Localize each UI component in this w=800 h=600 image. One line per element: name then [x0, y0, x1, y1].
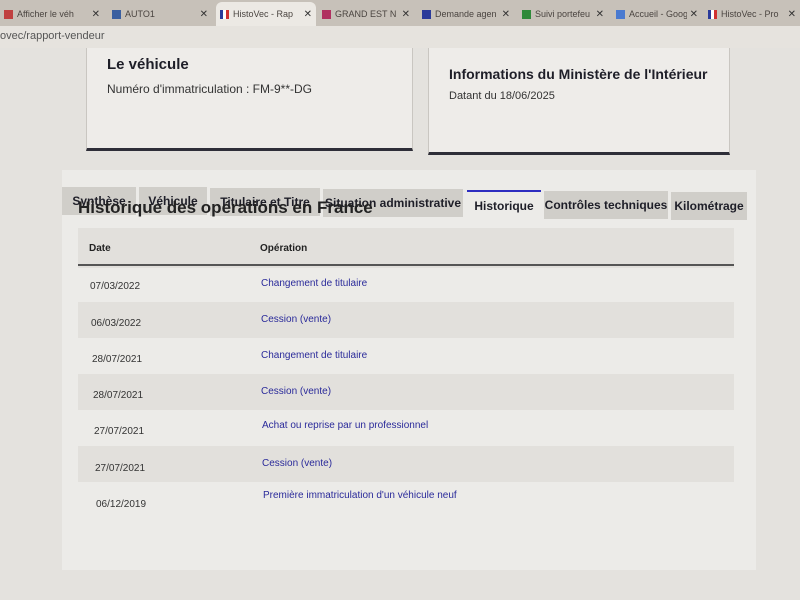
- browser-tab-afficher[interactable]: Afficher le véh ✕: [0, 3, 104, 25]
- close-icon[interactable]: ✕: [596, 9, 604, 20]
- column-header-date: Date: [89, 243, 111, 254]
- tab-historique[interactable]: Historique: [467, 190, 541, 220]
- browser-tab-title: HistoVec - Pro: [721, 9, 779, 19]
- registration-number: Numéro d'immatriculation : FM-9**-DG: [107, 82, 313, 96]
- vehicle-card: Le véhicule Numéro d'immatriculation : F…: [86, 48, 413, 151]
- row-operation: Changement de titulaire: [261, 278, 368, 289]
- row-date: 28/07/2021: [93, 390, 144, 401]
- browser-tab-title: Accueil - Goog: [629, 9, 687, 19]
- table-row: 28/07/2021 Changement de titulaire: [78, 338, 734, 374]
- favicon-icon: [322, 9, 331, 19]
- row-operation: Cession (vente): [262, 458, 333, 469]
- close-icon[interactable]: ✕: [304, 9, 312, 20]
- browser-tab-histovec-pro[interactable]: HistoVec - Pro ✕: [704, 3, 800, 25]
- table-row: 28/07/2021 Cession (vente): [78, 374, 734, 410]
- table-row: 06/03/2022 Cession (vente): [78, 302, 734, 338]
- ministry-date: Datant du 18/06/2025: [449, 90, 555, 102]
- browser-tab-title: Demande agen: [435, 9, 497, 19]
- vehicle-card-title: Le véhicule: [107, 56, 189, 73]
- browser-tab-demande[interactable]: Demande agen ✕: [418, 3, 514, 25]
- close-icon[interactable]: ✕: [92, 9, 100, 20]
- close-icon[interactable]: ✕: [200, 9, 208, 20]
- browser-tab-accueil[interactable]: Accueil - Goog ✕: [612, 3, 702, 25]
- table-row: 06/12/2019 Première immatriculation d'un…: [78, 482, 734, 518]
- table-row: 27/07/2021 Achat ou reprise par un profe…: [78, 410, 734, 446]
- favicon-icon: [422, 9, 431, 19]
- favicon-icon: [112, 9, 121, 19]
- close-icon[interactable]: ✕: [690, 9, 698, 20]
- close-icon[interactable]: ✕: [788, 9, 796, 20]
- address-bar[interactable]: ovec/rapport-vendeur: [0, 26, 800, 48]
- favicon-icon: [522, 9, 531, 19]
- row-date: 06/03/2022: [91, 318, 142, 329]
- ministry-card-title: Informations du Ministère de l'Intérieur: [449, 66, 708, 82]
- favicon-icon: [708, 9, 717, 19]
- ministry-card: Informations du Ministère de l'Intérieur…: [428, 48, 730, 155]
- browser-tab-title: GRAND EST N: [335, 9, 397, 19]
- browser-tab-title: Afficher le véh: [17, 9, 74, 19]
- row-date: 27/07/2021: [94, 426, 145, 437]
- table-row: 27/07/2021 Cession (vente): [78, 446, 734, 482]
- close-icon[interactable]: ✕: [502, 9, 510, 20]
- favicon-icon: [220, 9, 229, 19]
- row-operation: Cession (vente): [261, 314, 332, 325]
- column-header-operation: Opération: [260, 243, 308, 254]
- browser-tab-histovec-rapport[interactable]: HistoVec - Rap ✕: [216, 2, 316, 26]
- favicon-icon: [616, 9, 625, 19]
- row-date: 27/07/2021: [95, 463, 146, 474]
- tab-kilometrage[interactable]: Kilométrage: [671, 192, 747, 220]
- row-operation: Achat ou reprise par un professionnel: [262, 420, 429, 431]
- table-header: [78, 228, 734, 268]
- history-title: Historique des opérations en France: [78, 198, 373, 217]
- browser-tab-title: AUTO1: [125, 9, 155, 19]
- browser-tab-title: HistoVec - Rap: [233, 9, 294, 19]
- row-date: 28/07/2021: [92, 354, 143, 365]
- browser-tab-suivi[interactable]: Suivi portefeu ✕: [518, 3, 608, 25]
- row-date: 06/12/2019: [96, 499, 147, 510]
- close-icon[interactable]: ✕: [402, 9, 410, 20]
- browser-tab-grand-est[interactable]: GRAND EST N ✕: [318, 3, 414, 25]
- url-text: ovec/rapport-vendeur: [0, 30, 105, 42]
- tab-controles-techniques[interactable]: Contrôles techniques: [544, 191, 668, 219]
- favicon-icon: [4, 9, 13, 19]
- row-date: 07/03/2022: [90, 281, 141, 292]
- row-operation: Cession (vente): [261, 386, 332, 397]
- browser-tab-strip: Afficher le véh ✕ AUTO1 ✕ HistoVec - Rap…: [0, 0, 800, 26]
- row-operation: Changement de titulaire: [261, 350, 368, 361]
- row-operation: Première immatriculation d'un véhicule n…: [263, 490, 457, 501]
- browser-tab-title: Suivi portefeu: [535, 9, 591, 19]
- table-row: 07/03/2022 Changement de titulaire: [78, 266, 734, 302]
- browser-tab-auto1[interactable]: AUTO1 ✕: [108, 3, 212, 25]
